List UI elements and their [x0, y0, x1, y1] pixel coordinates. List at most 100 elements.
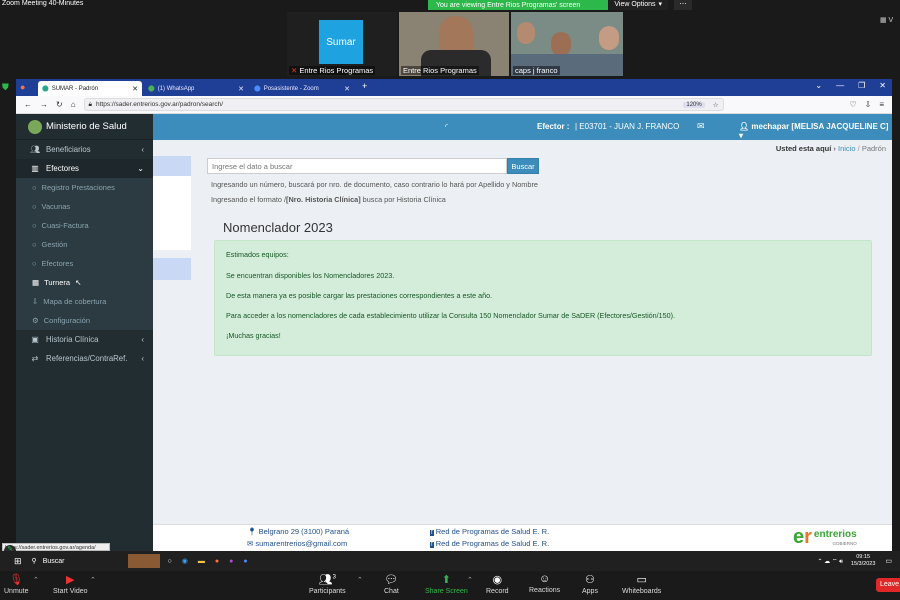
bookmark-star-icon[interactable]: ☆	[713, 101, 719, 109]
chevron-left-icon: ‹	[141, 145, 144, 154]
sidebar-subitem-gestion[interactable]: ○ Gestión	[16, 235, 153, 254]
leave-button[interactable]: Leave	[876, 578, 900, 592]
windows-start-icon[interactable]: ⊞	[14, 556, 22, 567]
sidebar-subitem-configuracion[interactable]: ⚙ Configuración	[16, 311, 153, 330]
sidebar-subitem-label: Cuasi-Factura	[41, 221, 89, 230]
close-icon[interactable]: ✕	[344, 85, 350, 93]
clock[interactable]: 09:15 15/3/2023	[851, 554, 875, 568]
tab-label: (1) WhatsApp	[157, 85, 195, 92]
task-view-icon[interactable]: ○	[168, 558, 172, 565]
file-explorer-icon[interactable]: ▬	[198, 558, 205, 565]
record-button[interactable]: ◉ Record	[486, 573, 509, 595]
chevron-up-icon[interactable]: ⌃	[33, 576, 39, 584]
footer-email[interactable]: ✉ sumarentrerios@gmail.com	[247, 539, 347, 548]
chevron-down-icon: ▾	[658, 1, 662, 8]
footer-facebook-2[interactable]: f Red de Programas de Salud E. R.	[430, 539, 549, 548]
chevron-up-icon[interactable]: ⌃	[90, 576, 96, 584]
close-icon[interactable]: ✕	[238, 85, 244, 93]
share-banner: You are viewing Entre Rios Programas' sc…	[428, 0, 668, 10]
whiteboards-button[interactable]: ▭ Whiteboards	[622, 573, 661, 595]
breadcrumb-separator: /	[857, 144, 860, 153]
home-icon[interactable]: ⌂	[71, 100, 76, 109]
video-off-icon: ▶	[66, 574, 75, 586]
sidebar: Ministerio de Salud 👥︎ Beneficiarios ‹ ▥ Ef…	[16, 114, 153, 551]
mail-icon[interactable]: ✉	[697, 121, 705, 132]
sidebar-item-beneficiarios[interactable]: 👥︎ Beneficiarios ‹	[16, 140, 153, 159]
url-bar[interactable]: 🔒︎ https://sader.entrerios.gov.ar/padron…	[83, 98, 724, 111]
brand[interactable]: Ministerio de Salud	[16, 114, 153, 140]
tab-sumar[interactable]: ⬤ SUMAR - Padrón ✕	[38, 81, 142, 96]
unmute-label: Unmute	[4, 588, 29, 595]
er-logo-icon: er	[793, 526, 812, 548]
sidebar-item-label: Efectores	[46, 164, 79, 173]
news-widget-icon[interactable]	[127, 554, 160, 568]
lock-icon: 🔒︎	[88, 100, 93, 108]
system-tray-icons[interactable]: ⌃ ☁ ⌔ 🔊︎	[817, 557, 842, 566]
close-window-icon[interactable]: ✕	[879, 81, 886, 90]
zoom-level-badge[interactable]: 120%	[683, 101, 705, 108]
user-menu[interactable]: 👤︎ mechapar [MELISA JACQUELINE C] ▾	[739, 122, 892, 140]
meeting-title: Zoom Meeting 40-Minutes	[2, 0, 84, 7]
tabs-list-icon[interactable]: ⌄	[815, 81, 822, 90]
zoom-taskbar-icon[interactable]: ●	[243, 558, 247, 565]
participant-tile[interactable]: caps j franco	[511, 12, 623, 76]
zoom-control-bar: 🎙︎ Unmute ⌃ ▶ Start Video ⌃ 👥︎3 Participant…	[0, 571, 900, 600]
back-icon[interactable]: ←	[24, 100, 32, 109]
menu-icon[interactable]: ≡	[879, 100, 884, 109]
sidebar-item-efectores[interactable]: ▥ Efectores ⌄	[16, 159, 153, 178]
taskbar-search[interactable]: ⚲ Buscar	[32, 557, 124, 566]
sidebar-subitem-vacunas[interactable]: ○ Vacunas	[16, 197, 153, 216]
unmute-button[interactable]: 🎙︎ Unmute	[4, 573, 29, 595]
pocket-icon[interactable]: ♡	[849, 100, 856, 109]
search-input[interactable]	[207, 158, 507, 174]
breadcrumb-inicio[interactable]: Inicio	[838, 144, 856, 153]
taskbar: ⊞ ⚲ Buscar ○ ◉ ▬ ● ● ● ⌃ ☁ ⌔ 🔊︎ 09:15 15/3…	[0, 551, 900, 571]
chevron-up-icon[interactable]: ⌃	[357, 576, 363, 584]
ministry-logo-icon	[28, 119, 42, 134]
close-icon[interactable]: ✕	[132, 85, 138, 93]
sidebar-item-label: Beneficiarios	[46, 145, 91, 154]
new-tab-button[interactable]: +	[356, 81, 373, 96]
share-screen-button[interactable]: ⬆ Share Screen	[425, 573, 468, 595]
tab-zoom[interactable]: ⬤ Posasistente - Zoom ✕	[250, 81, 354, 96]
footer-address: 📍︎ Belgrano 29 (3100) Paraná	[247, 527, 349, 536]
restore-icon[interactable]: ❐	[858, 81, 865, 90]
footer-facebook-1[interactable]: f Red de Programas de Salud E. R.	[430, 527, 549, 536]
view-icon[interactable]: ▦ V	[880, 16, 893, 24]
edge-icon[interactable]: ◉	[182, 557, 188, 565]
tab-whatsapp[interactable]: ⬤ (1) WhatsApp ✕	[144, 81, 248, 96]
clock-time: 09:15	[856, 554, 871, 560]
background-panel	[153, 176, 191, 250]
sidebar-subitem-efectores[interactable]: ○ Efectores	[16, 254, 153, 273]
calendar-icon: ▦	[32, 278, 40, 287]
sidebar-subitem-mapa[interactable]: ⇩ Mapa de cobertura	[16, 292, 153, 311]
app-icon[interactable]: ●	[229, 558, 233, 565]
minimize-icon[interactable]: —	[836, 81, 844, 90]
sidebar-subitem-registro[interactable]: ○ Registro Prestaciones	[16, 178, 153, 197]
participants-button[interactable]: 👥︎3 Participants	[309, 573, 346, 595]
sidebar-item-historia-clinica[interactable]: ▣ Historia Clínica ‹	[16, 330, 153, 349]
more-icon[interactable]: ⋯	[674, 0, 692, 10]
view-options-button[interactable]: View Options ▾	[608, 0, 668, 10]
forward-icon[interactable]: →	[40, 100, 48, 109]
mail-icon: ✉	[247, 539, 254, 548]
sidebar-item-referencias[interactable]: ⇄ Referencias/ContraRef. ‹	[16, 349, 153, 368]
chevron-up-icon[interactable]: ⌃	[467, 576, 473, 584]
search-button[interactable]: Buscar	[507, 158, 539, 174]
reactions-button[interactable]: ☺ Reactions	[529, 573, 560, 594]
participant-name: caps j franco	[513, 66, 560, 75]
participant-tile[interactable]: Sumar ✕ Entre Rios Programas	[287, 12, 397, 76]
reload-icon[interactable]: ↻	[56, 100, 63, 109]
user-icon: 👤︎	[739, 122, 750, 131]
firefox-taskbar-icon[interactable]: ●	[215, 558, 219, 565]
downloads-icon[interactable]: ⇩	[865, 100, 872, 109]
participant-tile[interactable]: Entre Rios Programas	[399, 12, 509, 76]
chat-button[interactable]: 💬︎ Chat	[384, 573, 399, 595]
sidebar-subitem-cuasi-factura[interactable]: ○ Cuasi-Factura	[16, 216, 153, 235]
firefox-icon[interactable]: ●	[20, 82, 25, 92]
sidebar-subitem-turnera[interactable]: ▦ Turnera ↖	[16, 273, 153, 292]
start-video-button[interactable]: ▶ Start Video	[53, 573, 88, 595]
taskbar-search-label: Buscar	[42, 557, 65, 565]
notifications-icon[interactable]: ▭	[885, 557, 892, 565]
apps-button[interactable]: ⚇ Apps	[582, 573, 598, 595]
